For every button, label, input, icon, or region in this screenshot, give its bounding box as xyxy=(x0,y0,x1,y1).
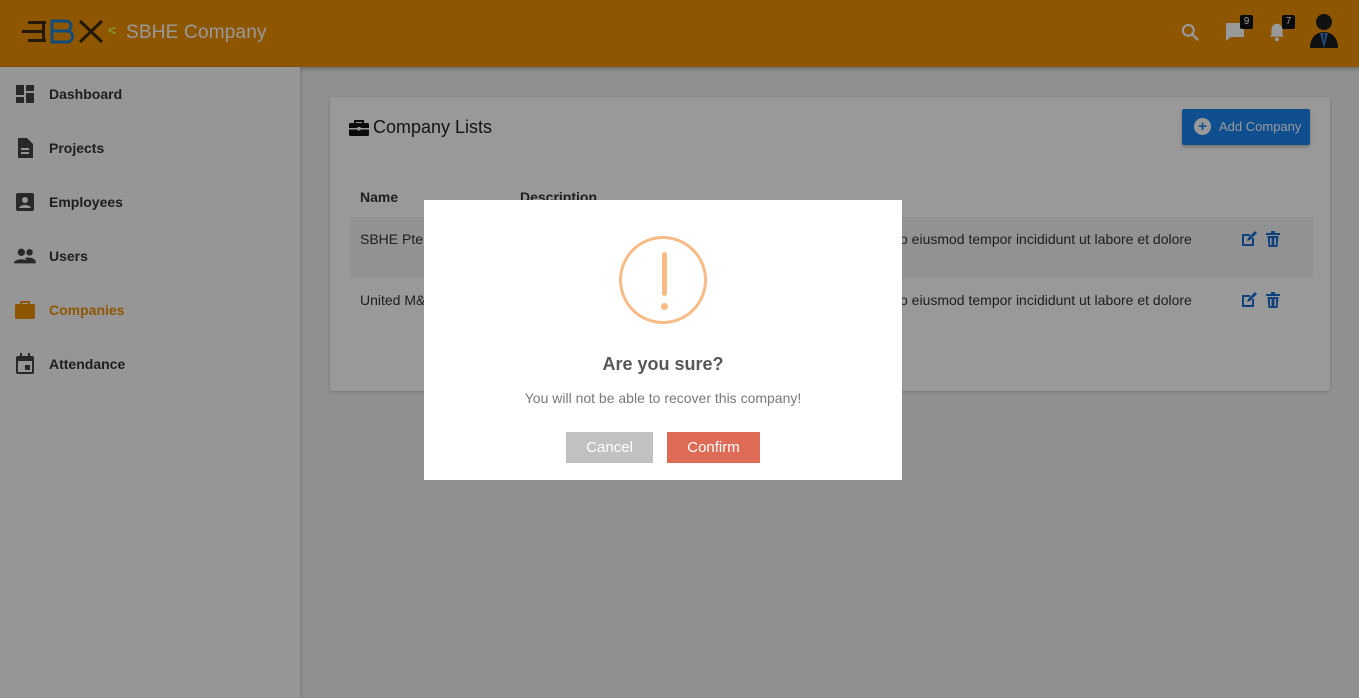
confirm-dialog: Are you sure? You will not be able to re… xyxy=(424,200,902,480)
dialog-message: You will not be able to recover this com… xyxy=(524,390,802,406)
confirm-button[interactable]: Confirm xyxy=(667,432,760,463)
warning-icon-bar xyxy=(662,252,667,296)
warning-icon-dot xyxy=(661,303,668,310)
cancel-button[interactable]: Cancel xyxy=(566,432,653,463)
dialog-title: Are you sure? xyxy=(602,354,724,374)
warning-icon xyxy=(619,236,707,324)
